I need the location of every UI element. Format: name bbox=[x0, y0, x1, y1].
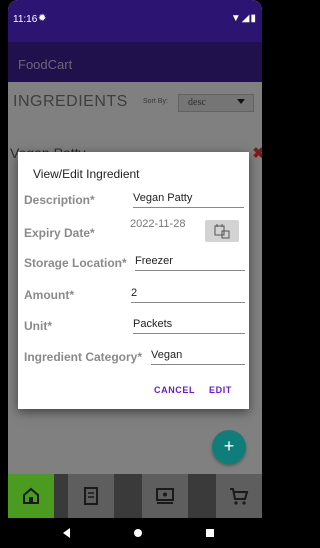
status-icons: ▼◢▮ bbox=[231, 13, 257, 24]
nav-home[interactable] bbox=[8, 474, 54, 518]
wifi-icon: ▼ bbox=[230, 13, 242, 24]
cancel-button[interactable]: CANCEL bbox=[154, 385, 195, 395]
battery-icon: ▮ bbox=[250, 13, 257, 24]
storage-location-label: Storage Location* bbox=[24, 256, 127, 270]
receipt-icon bbox=[84, 487, 98, 505]
view-edit-ingredient-dialog: View/Edit Ingredient Description* Vegan … bbox=[18, 152, 249, 409]
nav-cart[interactable] bbox=[216, 474, 262, 518]
home-circle-icon[interactable] bbox=[134, 529, 142, 537]
unit-field[interactable]: Packets bbox=[133, 318, 245, 334]
dialog-title: View/Edit Ingredient bbox=[33, 167, 140, 181]
storage-location-field[interactable]: Freezer bbox=[135, 255, 245, 271]
edit-button[interactable]: EDIT bbox=[209, 385, 232, 395]
home-icon bbox=[23, 487, 39, 504]
add-ingredient-button[interactable]: + bbox=[212, 430, 246, 464]
ingredient-category-field[interactable]: Vegan bbox=[151, 349, 245, 365]
amount-label: Amount* bbox=[24, 288, 74, 302]
description-label: Description* bbox=[24, 193, 95, 207]
expiry-date-field[interactable]: 2022-11-28 bbox=[130, 218, 200, 234]
ingredient-category-label: Ingredient Category* bbox=[24, 350, 143, 364]
system-navigation-bar bbox=[8, 518, 262, 548]
description-field[interactable]: Vegan Patty bbox=[133, 192, 244, 208]
back-icon[interactable] bbox=[63, 528, 70, 538]
expiry-date-label: Expiry Date* bbox=[24, 226, 95, 240]
status-bar: 11:16 ✹ ▼◢▮ bbox=[8, 0, 262, 42]
bottom-navigation bbox=[8, 474, 262, 518]
amount-field[interactable]: 2 bbox=[131, 287, 245, 303]
nav-recipes[interactable] bbox=[142, 474, 188, 518]
calendar-icon bbox=[214, 224, 230, 239]
nav-receipts[interactable] bbox=[68, 474, 114, 518]
recipe-icon bbox=[156, 488, 174, 504]
status-time: 11:16 bbox=[13, 14, 38, 25]
calendar-button[interactable] bbox=[205, 220, 239, 242]
cart-icon bbox=[230, 488, 249, 505]
unit-label: Unit* bbox=[24, 319, 52, 333]
recents-icon[interactable] bbox=[206, 529, 214, 537]
settings-icon: ✹ bbox=[38, 13, 47, 24]
